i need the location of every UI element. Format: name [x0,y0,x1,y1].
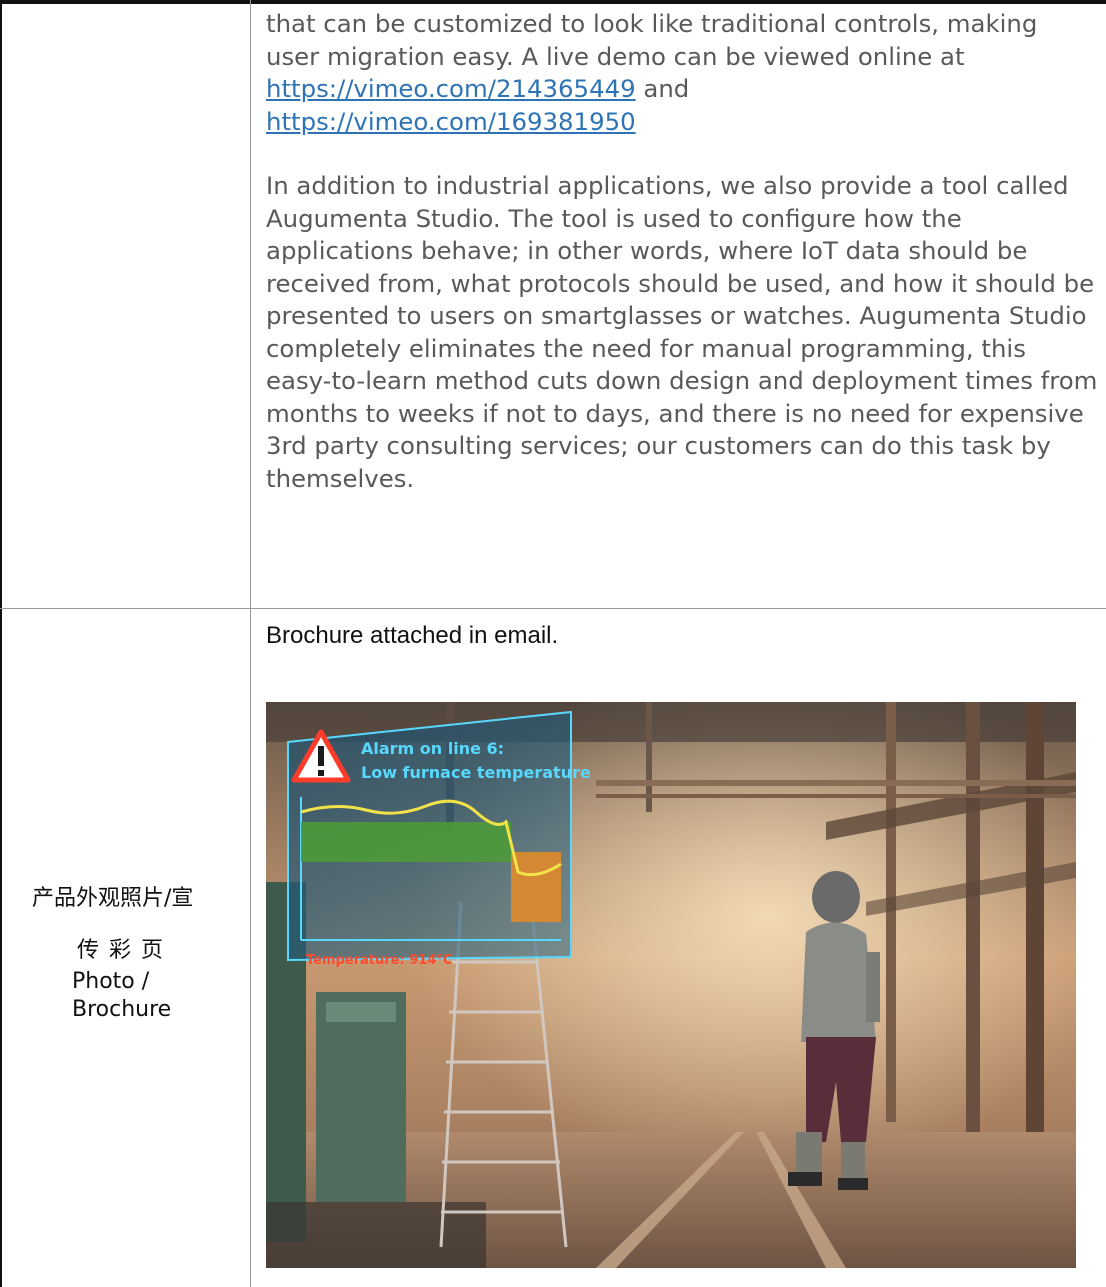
description-paragraph-1: that can be customized to look like trad… [266,8,1098,138]
table-row-divider [0,608,1106,609]
description-text: and [635,74,690,103]
ar-overlay-panel: Alarm on line 6: Low furnace temperature… [287,710,591,968]
row-label-en-line2: Brochure [72,997,172,1022]
alarm-line1: Alarm on line 6: [361,739,504,758]
row-label-cn-line2: 传彩页 [77,938,174,963]
description-text: that can be customized to look like trad… [266,9,1038,71]
vimeo-link-1[interactable]: https://vimeo.com/214365449 [266,74,636,103]
row-label-en-line1: Photo / [72,969,150,994]
table-top-border [0,0,1106,4]
description-paragraph-2: In addition to industrial applications, … [266,171,1098,493]
factory-scene-image: Alarm on line 6: Low furnace temperature… [266,702,1076,1268]
table-column-divider [250,0,251,1287]
vimeo-link-2[interactable]: https://vimeo.com/169381950 [266,107,636,136]
row-label-cn-line1: 产品外观照片/宣 [32,886,194,911]
alarm-line2: Low furnace temperature [361,763,591,782]
brochure-photo: Alarm on line 6: Low furnace temperature… [266,702,1076,1268]
description-cell: that can be customized to look like trad… [266,8,1098,495]
table-left-border [0,0,2,1287]
brochure-note: Brochure attached in email. [266,622,559,649]
temperature-label: Temperature: 914°C [306,953,452,968]
